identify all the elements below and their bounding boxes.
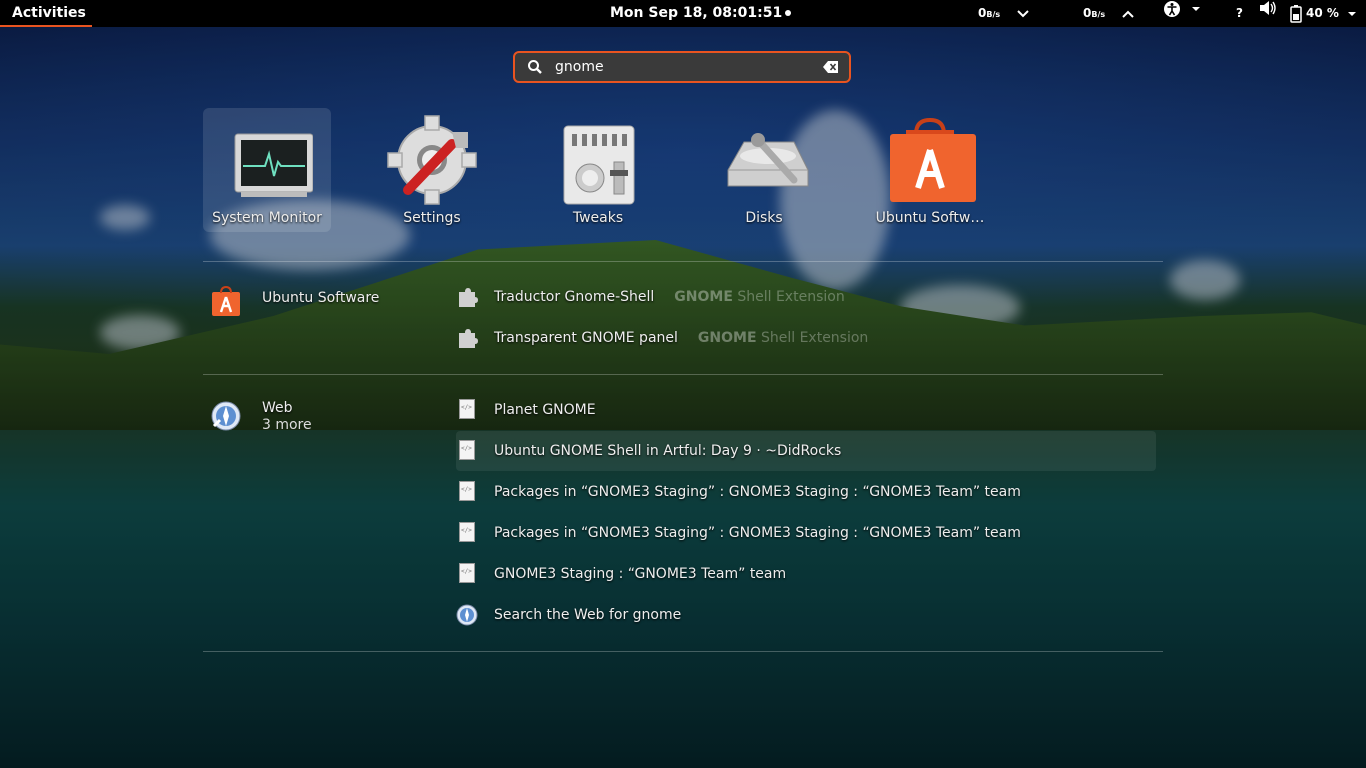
caret-down-icon (1347, 11, 1356, 16)
extension-icon (459, 329, 478, 348)
chevron-down-icon (1017, 10, 1029, 18)
provider-ubuntu-software[interactable]: Ubuntu Software (210, 286, 379, 316)
settings-icon (386, 114, 478, 206)
accessibility-menu[interactable] (1163, 0, 1201, 18)
html-document-icon (456, 522, 478, 544)
activities-button[interactable]: Activities (0, 0, 98, 27)
html-document-icon (456, 563, 478, 585)
result-web[interactable]: Ubuntu GNOME Shell in Artful: Day 9 · ~D… (456, 431, 1156, 471)
separator (203, 651, 1163, 652)
activities-label: Activities (12, 5, 86, 21)
result-web[interactable]: Packages in “GNOME3 Staging” : GNOME3 St… (456, 472, 1156, 512)
web-browser-icon (211, 401, 241, 431)
provider-name: Web (262, 400, 293, 416)
net-up-unit: B/s (1091, 10, 1106, 19)
result-title: Packages in “GNOME3 Staging” : GNOME3 St… (494, 525, 1021, 541)
volume-indicator[interactable] (1259, 0, 1277, 16)
app-system-monitor[interactable]: System Monitor (203, 108, 331, 232)
help-button[interactable]: ? (1236, 0, 1243, 27)
search-input[interactable] (553, 58, 807, 76)
html-document-icon (456, 481, 478, 503)
html-document-icon (456, 399, 478, 421)
result-transparent-gnome-panel[interactable]: Transparent GNOME panel GNOME Shell Exte… (456, 318, 1156, 358)
search-icon (528, 60, 542, 74)
system-monitor-icon (221, 114, 314, 206)
ubuntu-software-icon (884, 114, 976, 206)
result-web[interactable]: Packages in “GNOME3 Staging” : GNOME3 St… (456, 513, 1156, 553)
separator (203, 261, 1163, 262)
provider-more-link[interactable]: 3 more (262, 417, 312, 433)
result-search-web[interactable]: Search the Web for gnome (456, 595, 1156, 635)
app-label: Settings (403, 210, 461, 226)
search-box[interactable] (513, 51, 851, 83)
result-traductor-gnome-shell[interactable]: Traductor Gnome-Shell GNOME Shell Extens… (456, 277, 1156, 317)
result-title: Traductor Gnome-Shell (494, 289, 655, 305)
result-title: Search the Web for gnome (494, 607, 682, 623)
result-web[interactable]: GNOME3 Staging : “GNOME3 Team” team (456, 554, 1156, 594)
app-label: Disks (745, 210, 783, 226)
html-document-icon (456, 440, 478, 462)
result-web[interactable]: Planet GNOME (456, 390, 1156, 430)
net-upload-indicator[interactable]: 0B/s (1083, 0, 1135, 28)
chevron-up-icon (1122, 10, 1134, 18)
battery-icon (1290, 4, 1302, 23)
clock-text: Mon Sep 18, 08:01:51 (610, 5, 783, 21)
result-title: Transparent GNOME panel (494, 330, 678, 346)
ubuntu-software-icon (212, 286, 240, 316)
notification-dot (785, 10, 792, 16)
web-browser-icon (456, 604, 478, 626)
app-label: System Monitor (212, 210, 322, 226)
result-title: GNOME3 Staging : “GNOME3 Team” team (494, 566, 787, 582)
app-label: Ubuntu Softw… (875, 210, 985, 226)
disks-icon (718, 114, 810, 206)
help-label: ? (1236, 6, 1243, 20)
top-bar: Activities Mon Sep 18, 08:01:51 0B/s 0B/… (0, 0, 1366, 27)
result-title: Planet GNOME (494, 402, 596, 418)
provider-web[interactable]: Web 3 more (210, 400, 312, 433)
result-description: GNOME Shell Extension (674, 289, 845, 305)
tweaks-icon (552, 114, 644, 206)
result-title: Packages in “GNOME3 Staging” : GNOME3 St… (494, 484, 1021, 500)
app-disks[interactable]: Disks (700, 108, 828, 232)
volume-icon (1260, 1, 1276, 15)
result-title: Ubuntu GNOME Shell in Artful: Day 9 · ~D… (494, 443, 842, 459)
app-tweaks[interactable]: Tweaks (534, 108, 662, 232)
clear-search-icon[interactable] (823, 60, 839, 74)
battery-label: 40 % (1306, 6, 1339, 20)
result-description: GNOME Shell Extension (697, 330, 869, 346)
accessibility-icon (1164, 1, 1180, 17)
app-ubuntu-software[interactable]: Ubuntu Softw… (866, 108, 994, 232)
activities-indicator (0, 25, 92, 27)
extension-icon (459, 288, 478, 307)
provider-name: Ubuntu Software (262, 290, 380, 306)
clock-button[interactable]: Mon Sep 18, 08:01:51 (610, 0, 792, 27)
net-down-unit: B/s (986, 10, 1001, 19)
app-settings[interactable]: Settings (368, 108, 496, 232)
net-download-indicator[interactable]: 0B/s (978, 0, 1030, 28)
system-menu[interactable]: 40 % (1290, 0, 1357, 27)
app-label: Tweaks (572, 210, 624, 226)
separator (203, 374, 1163, 375)
caret-down-icon (1192, 7, 1200, 11)
